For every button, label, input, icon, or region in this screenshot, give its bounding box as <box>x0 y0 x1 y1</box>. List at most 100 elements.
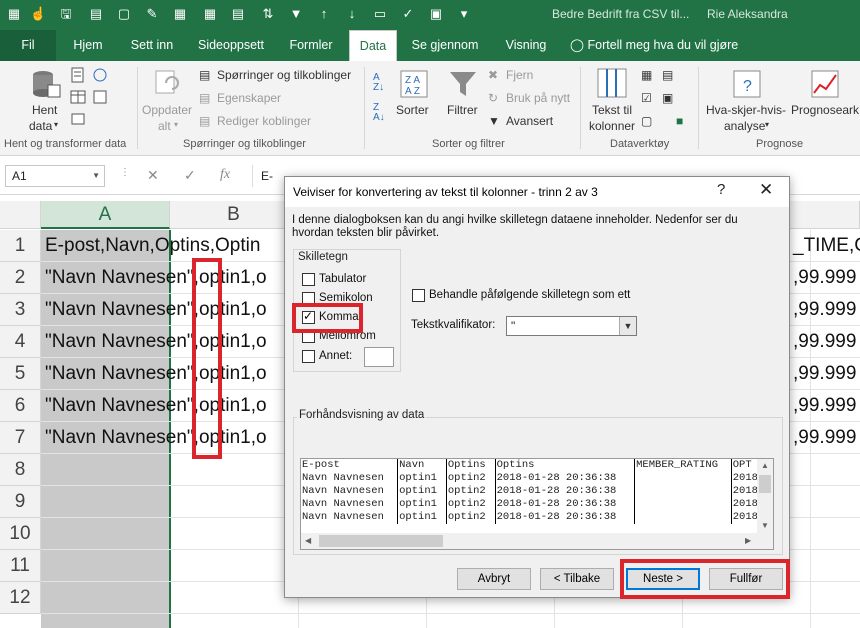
preview-cell[interactable]: Navn Navnesen <box>301 498 399 511</box>
preview-cell[interactable]: optin1 <box>397 498 447 511</box>
from-web-icon[interactable] <box>92 67 108 83</box>
cancel-icon[interactable]: ✕ <box>147 167 159 184</box>
cell-a6[interactable]: "Navn Navnesen",optin1,o <box>45 390 267 422</box>
format-painter-icon[interactable]: ✎ <box>144 6 160 22</box>
preview-cell[interactable]: optin1 <box>397 472 447 485</box>
close-icon[interactable]: ✕ <box>759 180 773 200</box>
cell-row7-right[interactable]: ,99.999 <box>793 422 856 454</box>
user-name[interactable]: Rie Aleksandra <box>707 7 788 21</box>
preview-cell[interactable]: 2018-01-28 20:36:38 <box>495 472 636 485</box>
preview-cell[interactable]: Navn Navnesen <box>301 472 399 485</box>
tab-page-layout[interactable]: Sideoppsett <box>192 30 270 61</box>
scroll-left-icon[interactable]: ◀ <box>305 536 311 545</box>
quick-print-icon[interactable]: ▢ <box>116 6 132 22</box>
borders-icon[interactable]: ▦ <box>172 6 188 22</box>
preview-cell[interactable]: 2018-01-28 20:36:38 <box>495 485 636 498</box>
cell-a1[interactable]: E-post,Navn,Optins,Optin <box>45 230 260 262</box>
consolidate-icon[interactable]: ▣ <box>662 91 673 105</box>
sort-button-label[interactable]: Sorter <box>396 103 429 117</box>
preview-cell[interactable]: optin1 <box>397 511 447 524</box>
preview-cell[interactable]: optin1 <box>397 485 447 498</box>
sort-icon[interactable]: Z AA Z <box>399 69 429 99</box>
preview-cell[interactable]: E-post <box>301 459 399 472</box>
other-checkbox-label[interactable]: Annet: <box>319 350 352 362</box>
cancel-button[interactable]: Avbryt <box>457 568 531 590</box>
row-header[interactable]: 9 <box>0 486 41 518</box>
other-delimiter-input[interactable] <box>364 347 394 367</box>
text-to-columns-label-2[interactable]: kolonner <box>589 119 635 133</box>
preview-cell[interactable]: optin2 <box>446 498 496 511</box>
sort-az-icon[interactable]: ⇅ <box>260 6 276 22</box>
refresh-all-icon[interactable] <box>152 69 182 99</box>
cell-row6-right[interactable]: ,99.999 <box>793 390 856 422</box>
sort-az-icon[interactable]: A Z↓ <box>373 73 384 93</box>
tell-me-box[interactable]: ◯ Fortell meg hva du vil gjøre <box>570 30 750 61</box>
clipboard-icon[interactable]: ▭ <box>372 6 388 22</box>
filter-button-label[interactable]: Filtrer <box>447 103 478 117</box>
cell-row1-right[interactable]: _TIME,C <box>793 230 860 262</box>
tab-view[interactable]: Visning <box>496 30 556 61</box>
column-header-b[interactable]: B <box>170 201 298 229</box>
scroll-up-icon[interactable]: ▲ <box>761 461 769 470</box>
sort-ascending-icon[interactable]: ↑ <box>316 6 332 22</box>
get-data-label-1[interactable]: Hent <box>32 103 57 117</box>
remove-duplicates-icon[interactable]: ▤ <box>662 68 673 82</box>
preview-cell[interactable] <box>634 485 732 498</box>
what-if-label-1[interactable]: Hva-skjer-hvis- <box>706 103 786 117</box>
cell-row3-right[interactable]: ,99.999 <box>793 294 856 326</box>
cell-a2[interactable]: "Navn Navnesen",optin1,o <box>45 262 267 294</box>
save-icon[interactable]: 🖫 <box>58 6 74 22</box>
back-button[interactable]: < Tilbake <box>540 568 614 590</box>
dialog-title-bar[interactable]: Veiviser for konvertering av tekst til k… <box>285 177 789 207</box>
clear-filter-button[interactable]: Fjern <box>506 68 533 82</box>
cell-a4[interactable]: "Navn Navnesen",optin1,o <box>45 326 267 358</box>
grid-icon[interactable]: ▦ <box>202 6 218 22</box>
data-validation-icon[interactable]: ☑ <box>641 91 652 105</box>
preview-cell[interactable]: optin2 <box>446 511 496 524</box>
enter-icon[interactable]: ✓ <box>184 167 196 184</box>
tab-file[interactable]: Fil <box>0 30 56 61</box>
existing-connections-icon[interactable] <box>70 111 86 127</box>
data-model-icon[interactable]: ■ <box>676 114 683 128</box>
advanced-filter-button[interactable]: Avansert <box>506 114 553 128</box>
from-text-icon[interactable] <box>70 67 86 83</box>
cell-row2-right[interactable]: ,99.999 <box>793 262 856 294</box>
refresh-all-label-2[interactable]: alt <box>158 119 171 133</box>
preview-cell[interactable]: 2018-01-28 20:36:38 <box>495 511 636 524</box>
cell-a5[interactable]: "Navn Navnesen",optin1,o <box>45 358 267 390</box>
preview-cell[interactable]: Navn <box>397 459 447 472</box>
other-checkbox[interactable] <box>302 350 315 363</box>
from-table-icon[interactable] <box>70 89 86 105</box>
queries-connections-button[interactable]: Spørringer og tilkoblinger <box>217 68 351 82</box>
preview-cell[interactable]: optin2 <box>446 472 496 485</box>
forecast-sheet-label[interactable]: Prognoseark <box>791 103 859 117</box>
preview-cell[interactable] <box>634 498 732 511</box>
treat-consecutive-label[interactable]: Behandle påfølgende skilletegn som ett <box>429 289 630 301</box>
row-header[interactable]: 7 <box>0 422 41 454</box>
vertical-scrollbar[interactable]: ▲ ▼ <box>757 459 773 533</box>
reapply-button[interactable]: Bruk på nytt <box>506 91 570 105</box>
preview-cell[interactable]: optin2 <box>446 485 496 498</box>
scroll-right-icon[interactable]: ▶ <box>745 536 751 545</box>
text-to-columns-label-1[interactable]: Tekst til <box>592 103 632 117</box>
sort-descending-icon[interactable]: ↓ <box>344 6 360 22</box>
preview-cell[interactable]: 2018 <box>731 498 759 511</box>
touch-mode-icon[interactable]: ☝ <box>30 6 46 22</box>
camera-icon[interactable]: ▣ <box>428 6 444 22</box>
tab-formulas[interactable]: Formler <box>280 30 342 61</box>
preview-cell[interactable]: 2018 <box>731 472 759 485</box>
filter-icon[interactable]: ▼ <box>288 6 304 22</box>
insert-function-icon[interactable]: fx <box>220 167 230 183</box>
row-header[interactable]: 11 <box>0 550 41 582</box>
row-header[interactable]: 10 <box>0 518 41 550</box>
spellcheck-icon[interactable]: ✓ <box>400 6 416 22</box>
row-header[interactable]: 6 <box>0 390 41 422</box>
preview-cell[interactable] <box>634 472 732 485</box>
name-box[interactable]: A1 ▼ <box>5 165 105 187</box>
row-header[interactable]: 5 <box>0 358 41 390</box>
filter-funnel-icon[interactable] <box>448 69 478 99</box>
preview-cell[interactable]: Optins <box>495 459 636 472</box>
horizontal-scroll-thumb[interactable] <box>319 535 443 547</box>
text-to-columns-icon[interactable] <box>596 67 628 99</box>
what-if-analysis-icon[interactable]: ? <box>732 69 762 99</box>
